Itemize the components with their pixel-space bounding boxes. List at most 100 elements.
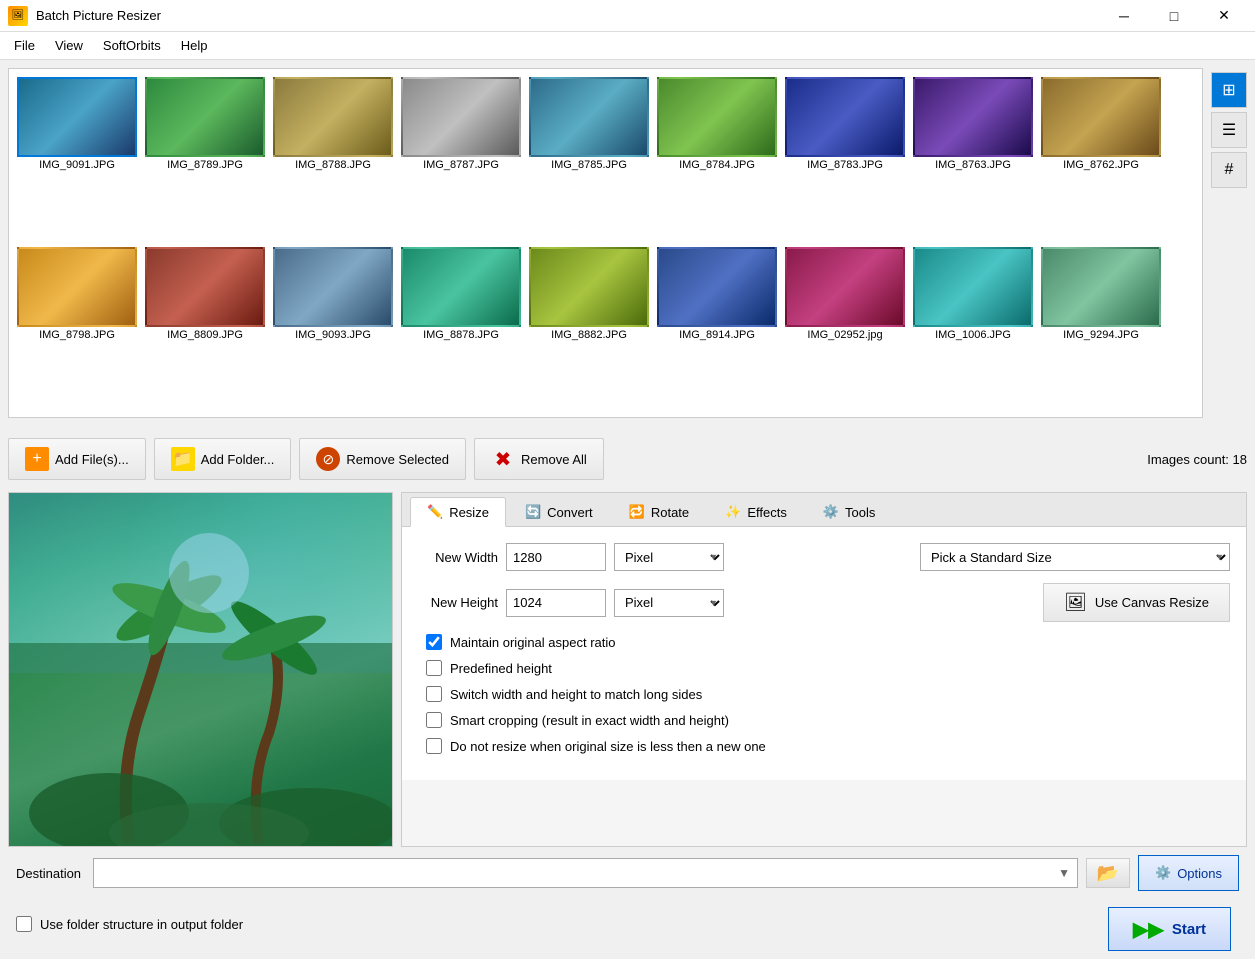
effects-tab-icon: ✨ — [725, 504, 741, 520]
list-item[interactable]: IMG_9091.JPG — [17, 77, 137, 239]
image-filename: IMG_8878.JPG — [423, 329, 499, 341]
list-item[interactable]: IMG_8789.JPG — [145, 77, 265, 239]
browse-destination-button[interactable]: 📂 — [1086, 858, 1130, 888]
remove-all-button[interactable]: ✖ Remove All — [474, 438, 604, 480]
do-not-resize-label[interactable]: Do not resize when original size is less… — [450, 739, 766, 754]
list-item[interactable]: IMG_8762.JPG — [1041, 77, 1161, 239]
menu-file[interactable]: File — [4, 34, 45, 57]
switch-width-height-checkbox[interactable] — [426, 686, 442, 702]
image-filename: IMG_02952.jpg — [807, 329, 882, 341]
list-item[interactable]: IMG_8878.JPG — [401, 247, 521, 409]
standard-size-select[interactable]: Pick a Standard Size — [920, 543, 1230, 571]
list-item[interactable]: IMG_02952.jpg — [785, 247, 905, 409]
view-buttons-panel: ⊞ ☰ # — [1211, 68, 1247, 426]
list-item[interactable]: IMG_9093.JPG — [273, 247, 393, 409]
image-filename: IMG_8789.JPG — [167, 159, 243, 171]
dropdown-arrow-icon: ▼ — [1058, 866, 1070, 880]
tabs: ✏️ Resize 🔄 Convert 🔁 Rotate ✨ Effects ⚙… — [402, 493, 1246, 527]
smart-cropping-checkbox[interactable] — [426, 712, 442, 728]
resize-tab-label: Resize — [449, 505, 489, 520]
list-item[interactable]: IMG_8785.JPG — [529, 77, 649, 239]
menu-help[interactable]: Help — [171, 34, 218, 57]
destination-label: Destination — [16, 866, 81, 881]
tab-effects[interactable]: ✨ Effects — [708, 497, 804, 527]
view-list-button[interactable]: ☰ — [1211, 112, 1247, 148]
list-item[interactable]: IMG_9294.JPG — [1041, 247, 1161, 409]
tools-tab-icon: ⚙️ — [823, 504, 839, 520]
image-filename: IMG_9091.JPG — [39, 159, 115, 171]
remove-selected-button[interactable]: ⊘ Remove Selected — [299, 438, 466, 480]
image-filename: IMG_9294.JPG — [1063, 329, 1139, 341]
tab-tools[interactable]: ⚙️ Tools — [806, 497, 893, 527]
image-grid: IMG_9091.JPG IMG_8789.JPG IMG_8788.JPG I… — [9, 69, 1202, 417]
width-input[interactable] — [506, 543, 606, 571]
images-count: Images count: 18 — [1147, 452, 1247, 467]
thumbnail — [785, 77, 905, 157]
height-input[interactable] — [506, 589, 606, 617]
tools-tab-label: Tools — [845, 505, 875, 520]
switch-width-height-row: Switch width and height to match long si… — [418, 686, 1230, 702]
view-thumbnails-button[interactable]: ⊞ — [1211, 72, 1247, 108]
list-item[interactable]: IMG_8882.JPG — [529, 247, 649, 409]
image-filename: IMG_9093.JPG — [295, 329, 371, 341]
list-item[interactable]: IMG_8784.JPG — [657, 77, 777, 239]
use-folder-structure-label[interactable]: Use folder structure in output folder — [40, 917, 243, 932]
bottom-section: ✏️ Resize 🔄 Convert 🔁 Rotate ✨ Effects ⚙… — [8, 492, 1247, 847]
main-content: IMG_9091.JPG IMG_8789.JPG IMG_8788.JPG I… — [0, 60, 1255, 929]
thumbnail — [1041, 77, 1161, 157]
list-item[interactable]: IMG_8798.JPG — [17, 247, 137, 409]
list-item[interactable]: IMG_8783.JPG — [785, 77, 905, 239]
effects-tab-label: Effects — [747, 505, 787, 520]
menu-softorbits[interactable]: SoftOrbits — [93, 34, 171, 57]
list-item[interactable]: IMG_8788.JPG — [273, 77, 393, 239]
image-filename: IMG_8784.JPG — [679, 159, 755, 171]
height-unit-select[interactable]: Pixel Percent Inch cm — [614, 589, 724, 617]
list-item[interactable]: IMG_8763.JPG — [913, 77, 1033, 239]
height-unit-wrapper: Pixel Percent Inch cm — [614, 589, 724, 617]
maintain-aspect-label[interactable]: Maintain original aspect ratio — [450, 635, 615, 650]
switch-width-height-label[interactable]: Switch width and height to match long si… — [450, 687, 702, 702]
settings-panel: ✏️ Resize 🔄 Convert 🔁 Rotate ✨ Effects ⚙… — [401, 492, 1247, 847]
add-folder-button[interactable]: 📁 Add Folder... — [154, 438, 292, 480]
resize-settings: New Width Pixel Percent Inch cm — [402, 527, 1246, 780]
preview-panel — [8, 492, 393, 847]
do-not-resize-checkbox[interactable] — [426, 738, 442, 754]
app-icon: 🖼 — [8, 6, 28, 26]
use-folder-structure-checkbox[interactable] — [16, 916, 32, 932]
image-filename: IMG_1006.JPG — [935, 329, 1011, 341]
image-filename: IMG_8762.JPG — [1063, 159, 1139, 171]
thumbnail — [17, 77, 137, 157]
start-button[interactable]: ▶▶ Start — [1108, 907, 1231, 951]
maintain-aspect-checkbox[interactable] — [426, 634, 442, 650]
image-filename: IMG_8788.JPG — [295, 159, 371, 171]
tab-rotate[interactable]: 🔁 Rotate — [612, 497, 707, 527]
predefined-height-label[interactable]: Predefined height — [450, 661, 552, 676]
menu-view[interactable]: View — [45, 34, 93, 57]
width-unit-select[interactable]: Pixel Percent Inch cm — [614, 543, 724, 571]
list-item[interactable]: IMG_8787.JPG — [401, 77, 521, 239]
resize-tab-icon: ✏️ — [427, 504, 443, 520]
window-controls: ─ □ ✕ — [1101, 0, 1247, 32]
destination-input[interactable] — [93, 858, 1078, 888]
thumbnail — [657, 247, 777, 327]
smart-cropping-label[interactable]: Smart cropping (result in exact width an… — [450, 713, 729, 728]
tab-convert[interactable]: 🔄 Convert — [508, 497, 610, 527]
view-grid-button[interactable]: # — [1211, 152, 1247, 188]
minimize-button[interactable]: ─ — [1101, 0, 1147, 32]
tab-resize[interactable]: ✏️ Resize — [410, 497, 506, 527]
thumbnail — [529, 77, 649, 157]
thumbnail — [145, 77, 265, 157]
list-item[interactable]: IMG_8809.JPG — [145, 247, 265, 409]
add-files-button[interactable]: + Add File(s)... — [8, 438, 146, 480]
canvas-resize-icon: 🖼 — [1064, 592, 1087, 613]
list-item[interactable]: IMG_8914.JPG — [657, 247, 777, 409]
canvas-resize-button[interactable]: 🖼 Use Canvas Resize — [1043, 583, 1230, 622]
maintain-aspect-row: Maintain original aspect ratio — [418, 634, 1230, 650]
maximize-button[interactable]: □ — [1151, 0, 1197, 32]
close-button[interactable]: ✕ — [1201, 0, 1247, 32]
list-item[interactable]: IMG_1006.JPG — [913, 247, 1033, 409]
image-filename: IMG_8809.JPG — [167, 329, 243, 341]
options-button[interactable]: ⚙️ Options — [1138, 855, 1239, 891]
predefined-height-checkbox[interactable] — [426, 660, 442, 676]
toolbar: + Add File(s)... 📁 Add Folder... ⊘ Remov… — [8, 434, 1247, 484]
